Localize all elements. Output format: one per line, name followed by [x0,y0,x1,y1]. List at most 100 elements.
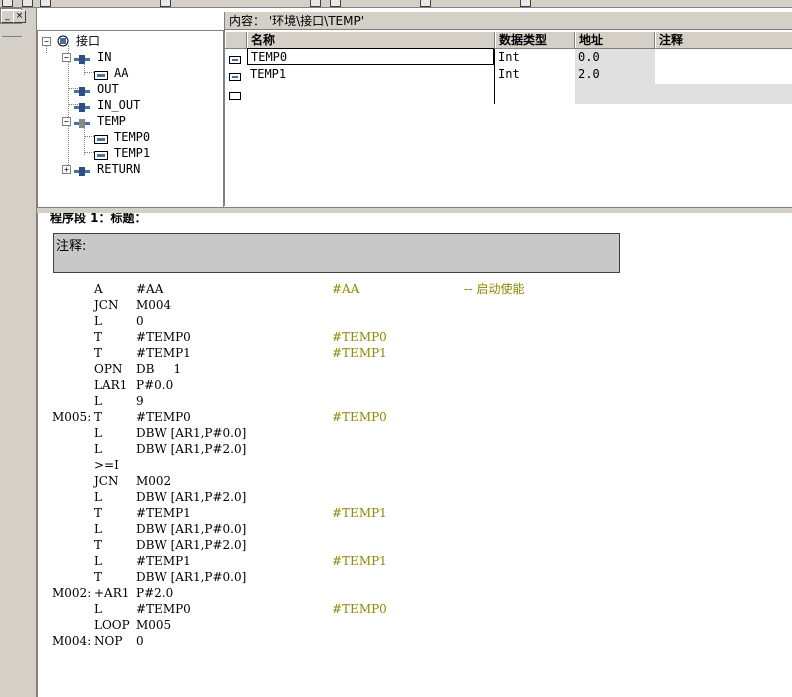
details-panel: 内容： '环境\接口\TEMP' 名称 数据类型 地址 注释 TEMP0 Int… [224,12,792,206]
code-line[interactable]: L DBW [AR1,P#2.0] [38,441,788,457]
instruction: LOOP [94,618,130,632]
instruction: L [94,554,102,568]
tree-item-label: RETURN [97,162,141,176]
code-line[interactable]: A #AA #AA -- 启动使能 [38,281,788,297]
toolbar-save-icon[interactable] [22,0,33,7]
instruction: L [94,426,102,440]
type-cell[interactable]: Int [495,49,575,65]
tree-item-label: TEMP1 [114,146,151,160]
tree-item-label: 接口 [76,34,101,48]
tree-item-in-out[interactable]: IN_OUT [74,97,214,113]
close-button[interactable]: × [13,10,26,23]
variable-icon [94,68,108,80]
instruction: L [94,314,102,328]
operand: 9 [136,394,144,408]
tree-item-label: IN [97,50,112,64]
param-group-icon [74,100,90,112]
table-row-empty[interactable] [225,85,792,101]
comment-cell[interactable] [655,49,792,65]
table-row[interactable]: TEMP0 Int 0.0 [225,48,792,65]
interface-tree[interactable]: − 接口 − IN AA OUT IN_OUT − TEMP TEMP0 TEM… [37,30,224,208]
toolbar [0,0,792,8]
instruction: T [94,410,103,424]
code-line[interactable]: L DBW [AR1,P#0.0] [38,425,788,441]
temp-group-icon [74,116,90,128]
operand: DBW [AR1,P#2.0] [136,538,247,552]
column-header-type[interactable]: 数据类型 [495,32,575,48]
instruction: T [94,330,103,344]
code-line[interactable]: L #TEMP1 #TEMP1 [38,553,788,569]
instruction: L [94,442,102,456]
code-line[interactable]: >=I [38,457,788,473]
table-row[interactable]: TEMP1 Int 2.0 [225,66,792,82]
tree-item-aa[interactable]: AA [94,65,214,81]
toolbar-network-icon[interactable] [330,0,341,7]
code-editor[interactable]: 程序段 1：标题： 注释: A #AA #AA -- 启动使能 JCN M004 L 0 T #T… [37,213,792,697]
column-header-address[interactable]: 地址 [575,32,655,48]
code-line[interactable]: T #TEMP1 #TEMP1 [38,345,788,361]
toolbar-help-icon[interactable] [520,0,531,7]
code-line[interactable]: M005: T #TEMP0 #TEMP0 [38,409,788,425]
tree-item-temp0[interactable]: TEMP0 [94,129,214,145]
column-header-name[interactable]: 名称 [247,32,495,48]
tree-item-in[interactable]: − IN [62,49,212,65]
interface-icon [56,35,70,47]
tree-expander[interactable]: − [42,37,51,46]
code-line[interactable]: T DBW [AR1,P#0.0] [38,569,788,585]
tree-connector [84,136,94,137]
code-line[interactable]: LOOP M005 [38,617,788,633]
tree-item-out[interactable]: OUT [74,81,214,97]
column-header-comment[interactable]: 注释 [655,32,792,48]
code-line[interactable]: L DBW [AR1,P#2.0] [38,489,788,505]
variable-icon [229,53,241,64]
code-line[interactable]: L9 [38,393,788,409]
instruction: +AR1 [94,586,130,600]
jump-label: M005: [52,410,92,424]
toolbar-download-icon[interactable] [420,0,431,7]
tree-item-return[interactable]: + RETURN [62,161,212,177]
tree-expander[interactable]: − [62,117,71,126]
name-cell[interactable] [247,85,494,101]
toolbar-open-icon[interactable] [2,0,13,7]
toolbar-cut-icon[interactable] [160,0,171,7]
operand: DBW [AR1,P#2.0] [136,442,247,456]
operand: DBW [AR1,P#0.0] [136,522,247,536]
name-cell[interactable]: TEMP0 [247,48,494,65]
tree-item-temp[interactable]: − TEMP [62,113,212,129]
code-line[interactable]: L DBW [AR1,P#0.0] [38,521,788,537]
operand: M004 [136,298,172,312]
instruction: T [94,506,103,520]
code-line[interactable]: M002: +AR1 P#2.0 [38,585,788,601]
divider [2,36,22,37]
left-window-frame: _ × [0,8,37,697]
instruction: A [94,282,103,296]
code-line[interactable]: M004: NOP 0 [38,633,788,649]
code-line[interactable]: T #TEMP1 #TEMP1 [38,505,788,521]
code-line[interactable]: JCN M004 [38,297,788,313]
code-line[interactable]: L #TEMP0 #TEMP0 [38,601,788,617]
comment-cell[interactable] [655,66,792,82]
operand: 0 [136,314,144,328]
operand: DBW [AR1,P#0.0] [136,426,247,440]
code-line[interactable]: LAR1 P#0.0 [38,377,788,393]
name-cell[interactable]: TEMP1 [247,66,494,82]
code-line[interactable]: T #TEMP0 #TEMP0 [38,329,788,345]
network-comment-box[interactable]: 注释: [53,233,620,273]
param-group-icon [74,52,90,64]
tree-expander[interactable]: − [62,53,71,62]
tree-item-temp1[interactable]: TEMP1 [94,145,214,161]
code-line[interactable]: L0 [38,313,788,329]
code-line[interactable]: OPN DB 1 [38,361,788,377]
tree-item-interface[interactable]: − 接口 [42,33,212,49]
toolbar-print-icon[interactable] [40,0,51,7]
operand: #TEMP1 [136,506,191,520]
table-header: 名称 数据类型 地址 注释 [225,32,792,49]
type-cell[interactable]: Int [495,66,575,82]
code-line[interactable]: JCN M002 [38,473,788,489]
instruction: NOP [94,634,123,648]
code-line[interactable]: T DBW [AR1,P#2.0] [38,537,788,553]
instruction: >=I [94,458,119,472]
tree-expander[interactable]: + [62,165,71,174]
toolbar-monitor-icon[interactable] [310,0,321,7]
network-title[interactable]: 程序段 1：标题： [50,213,147,226]
